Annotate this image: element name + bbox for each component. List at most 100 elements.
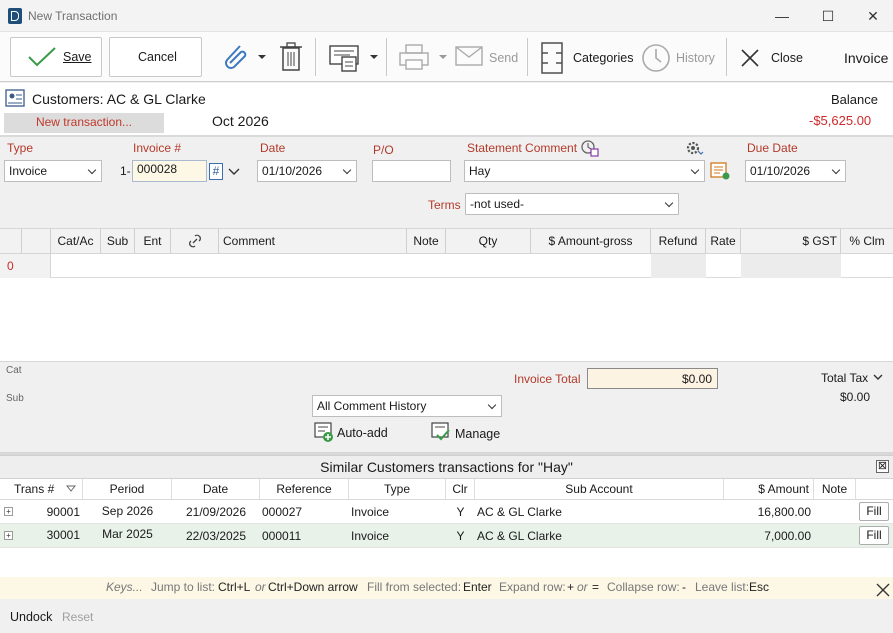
similar-grid-empty <box>0 548 893 577</box>
row-period: Sep 2026 <box>101 504 154 518</box>
save-button[interactable]: Save <box>10 37 102 77</box>
fill-button[interactable]: Fill <box>859 502 889 521</box>
grid-col-rate[interactable]: Rate <box>706 228 741 254</box>
customer-card-icon[interactable] <box>5 89 25 107</box>
sim-col-note[interactable]: Note <box>814 479 856 500</box>
grid-col-row <box>0 228 22 254</box>
categories-button[interactable]: Categories <box>573 51 633 65</box>
hint-collapse-key: - <box>682 580 686 594</box>
invoice-number-label: Invoice # <box>133 141 182 155</box>
invoice-total-label: Invoice Total <box>514 372 581 386</box>
auto-add-button[interactable]: Auto-add <box>337 426 388 440</box>
panel-close-icon[interactable]: ⊠ <box>876 460 889 473</box>
due-date-input[interactable]: 01/10/2026 <box>745 160 846 182</box>
save-label: Save <box>63 50 92 64</box>
paperclip-icon[interactable] <box>218 40 250 74</box>
grid-col-comment[interactable]: Comment <box>219 228 407 254</box>
gear-icon[interactable] <box>684 139 704 157</box>
tab-new-transaction[interactable]: New transaction... <box>4 113 164 133</box>
fill-button[interactable]: Fill <box>859 526 889 545</box>
attach-dropdown-icon[interactable] <box>257 54 267 60</box>
chevron-down-icon[interactable] <box>227 167 241 177</box>
grid-col-cat[interactable]: Cat/Ac <box>51 228 101 254</box>
invoice-number-input[interactable]: 000028 <box>132 160 207 182</box>
grid-col-claim[interactable]: % Clm <box>841 228 893 254</box>
dismiss-hints-icon[interactable] <box>876 583 890 597</box>
due-date-label: Due Date <box>747 141 798 155</box>
grid-col-ent[interactable]: Ent <box>135 228 171 254</box>
hint-fill: Fill from selected: <box>367 580 462 594</box>
sort-icon[interactable] <box>66 485 76 493</box>
sim-col-type[interactable]: Type <box>349 479 446 500</box>
sub-label: Sub <box>6 393 24 404</box>
comment-history-icon[interactable] <box>580 139 600 157</box>
row-trans: 90001 <box>46 505 80 519</box>
chevron-down-icon[interactable] <box>873 374 883 382</box>
date-input[interactable]: 01/10/2026 <box>257 160 357 182</box>
comment-list-icon[interactable] <box>709 161 731 181</box>
grid-col-sub[interactable]: Sub <box>101 228 135 254</box>
sim-col-amount[interactable]: $ Amount <box>724 479 814 500</box>
statement-comment-select[interactable]: Hay <box>464 160 705 182</box>
trash-icon[interactable] <box>278 41 304 73</box>
sim-col-date[interactable]: Date <box>172 479 260 500</box>
close-x-icon[interactable] <box>740 48 760 68</box>
close-button[interactable]: Close <box>771 51 803 65</box>
grid-col-amount-gross[interactable]: $ Amount-gross <box>531 228 651 254</box>
send-button[interactable]: Send <box>489 51 518 65</box>
categories-icon[interactable] <box>540 41 564 75</box>
hint-leave: Leave list: <box>695 580 750 594</box>
refund-cell <box>651 254 706 278</box>
print-icon[interactable] <box>398 42 430 72</box>
window-title: New Transaction <box>28 9 118 23</box>
hint-jump-key2: Ctrl+Down arrow <box>268 580 358 594</box>
type-select[interactable]: Invoice <box>4 160 102 182</box>
invoice-number-hash-button[interactable]: # <box>209 163 223 180</box>
grid-col-refund[interactable]: Refund <box>651 228 706 254</box>
toolbar-separator <box>315 38 316 76</box>
po-input[interactable] <box>372 160 451 182</box>
expand-row-icon[interactable]: + <box>4 531 13 540</box>
transaction-mode-label: Invoice <box>844 50 889 66</box>
envelope-icon[interactable] <box>454 44 486 70</box>
grid-col-note[interactable]: Note <box>407 228 446 254</box>
hint-expand-key2: = <box>592 580 600 594</box>
gst-cell <box>741 254 841 278</box>
row-clr: Y <box>456 529 465 543</box>
window-close-button[interactable]: ✕ <box>855 4 891 28</box>
manage-icon[interactable] <box>430 421 452 443</box>
reset-button[interactable]: Reset <box>62 610 93 624</box>
sim-col-period[interactable]: Period <box>83 479 172 500</box>
form-dropdown-icon[interactable] <box>369 54 379 60</box>
type-label: Type <box>7 141 34 155</box>
hint-or2: or <box>577 580 588 594</box>
cancel-button[interactable]: Cancel <box>109 37 202 77</box>
sim-col-clr[interactable]: Clr <box>446 479 475 500</box>
manage-button[interactable]: Manage <box>455 427 500 441</box>
maximize-button[interactable]: ☐ <box>810 4 846 28</box>
grid-col-qty[interactable]: Qty <box>446 228 531 254</box>
comment-history-select[interactable]: All Comment History <box>312 395 502 417</box>
sim-col-sub-account[interactable]: Sub Account <box>475 479 724 500</box>
history-button[interactable]: History <box>676 51 715 65</box>
terms-select[interactable]: -not used- <box>465 193 679 215</box>
history-icon[interactable] <box>640 42 672 74</box>
total-tax-label[interactable]: Total Tax <box>821 371 868 385</box>
grid-col-gst[interactable]: $ GST <box>741 228 841 254</box>
print-dropdown-icon[interactable] <box>438 54 448 60</box>
grid-col-link[interactable] <box>171 228 219 254</box>
expand-row-icon[interactable]: + <box>4 507 13 516</box>
hint-expand-key: + <box>567 580 575 594</box>
statement-comment-label: Statement Comment <box>467 141 578 155</box>
sim-col-reference[interactable]: Reference <box>260 479 349 500</box>
hint-expand: Expand row: <box>499 580 566 594</box>
undock-button[interactable]: Undock <box>10 610 52 624</box>
hint-collapse: Collapse row: <box>607 580 680 594</box>
row-date: 22/03/2025 <box>185 529 247 543</box>
invoice-form-icon[interactable] <box>328 41 364 73</box>
checkmark-icon <box>28 47 56 67</box>
auto-add-icon[interactable] <box>313 421 335 443</box>
balance-value: -$5,625.00 <box>809 113 872 128</box>
toolbar-separator <box>726 38 727 76</box>
minimize-button[interactable]: — <box>764 4 800 28</box>
